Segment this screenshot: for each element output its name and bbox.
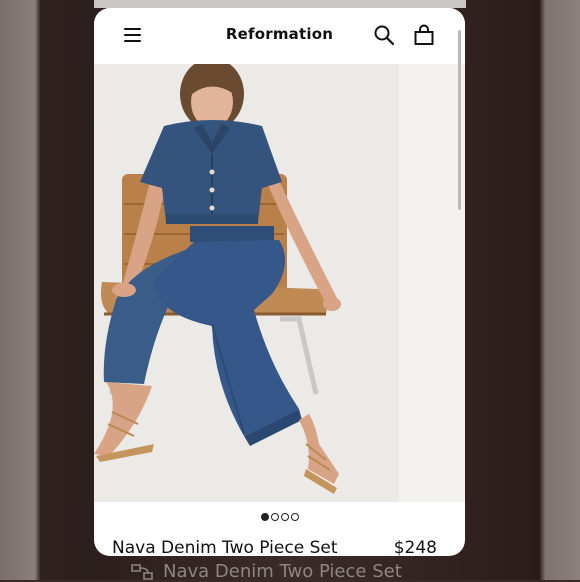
caption-text: Nava Denim Two Piece Set — [163, 561, 402, 582]
product-title-row: Nava Denim Two Piece Set $248 — [112, 538, 437, 556]
phone-screen: Reformation Nava Denim Two Piece Set $24… — [94, 8, 465, 556]
brand-logo-icon — [131, 564, 153, 580]
status-strip — [94, 0, 466, 8]
product-name[interactable]: Nava Denim Two Piece Set — [112, 538, 338, 556]
site-header: Reformation — [94, 8, 465, 64]
search-icon[interactable] — [373, 24, 395, 46]
scrollbar[interactable] — [458, 30, 461, 210]
carousel-dots[interactable] — [94, 508, 465, 521]
product-price: $248 — [393, 538, 437, 556]
carousel-dot[interactable] — [260, 512, 269, 521]
brand-logo[interactable]: Reformation — [94, 25, 465, 43]
shopping-bag-icon[interactable] — [413, 24, 435, 46]
product-image[interactable] — [94, 64, 465, 502]
carousel-dot[interactable] — [270, 512, 279, 521]
carousel-dot[interactable] — [280, 512, 289, 521]
product-photo — [94, 64, 465, 502]
carousel-dot[interactable] — [290, 512, 299, 521]
